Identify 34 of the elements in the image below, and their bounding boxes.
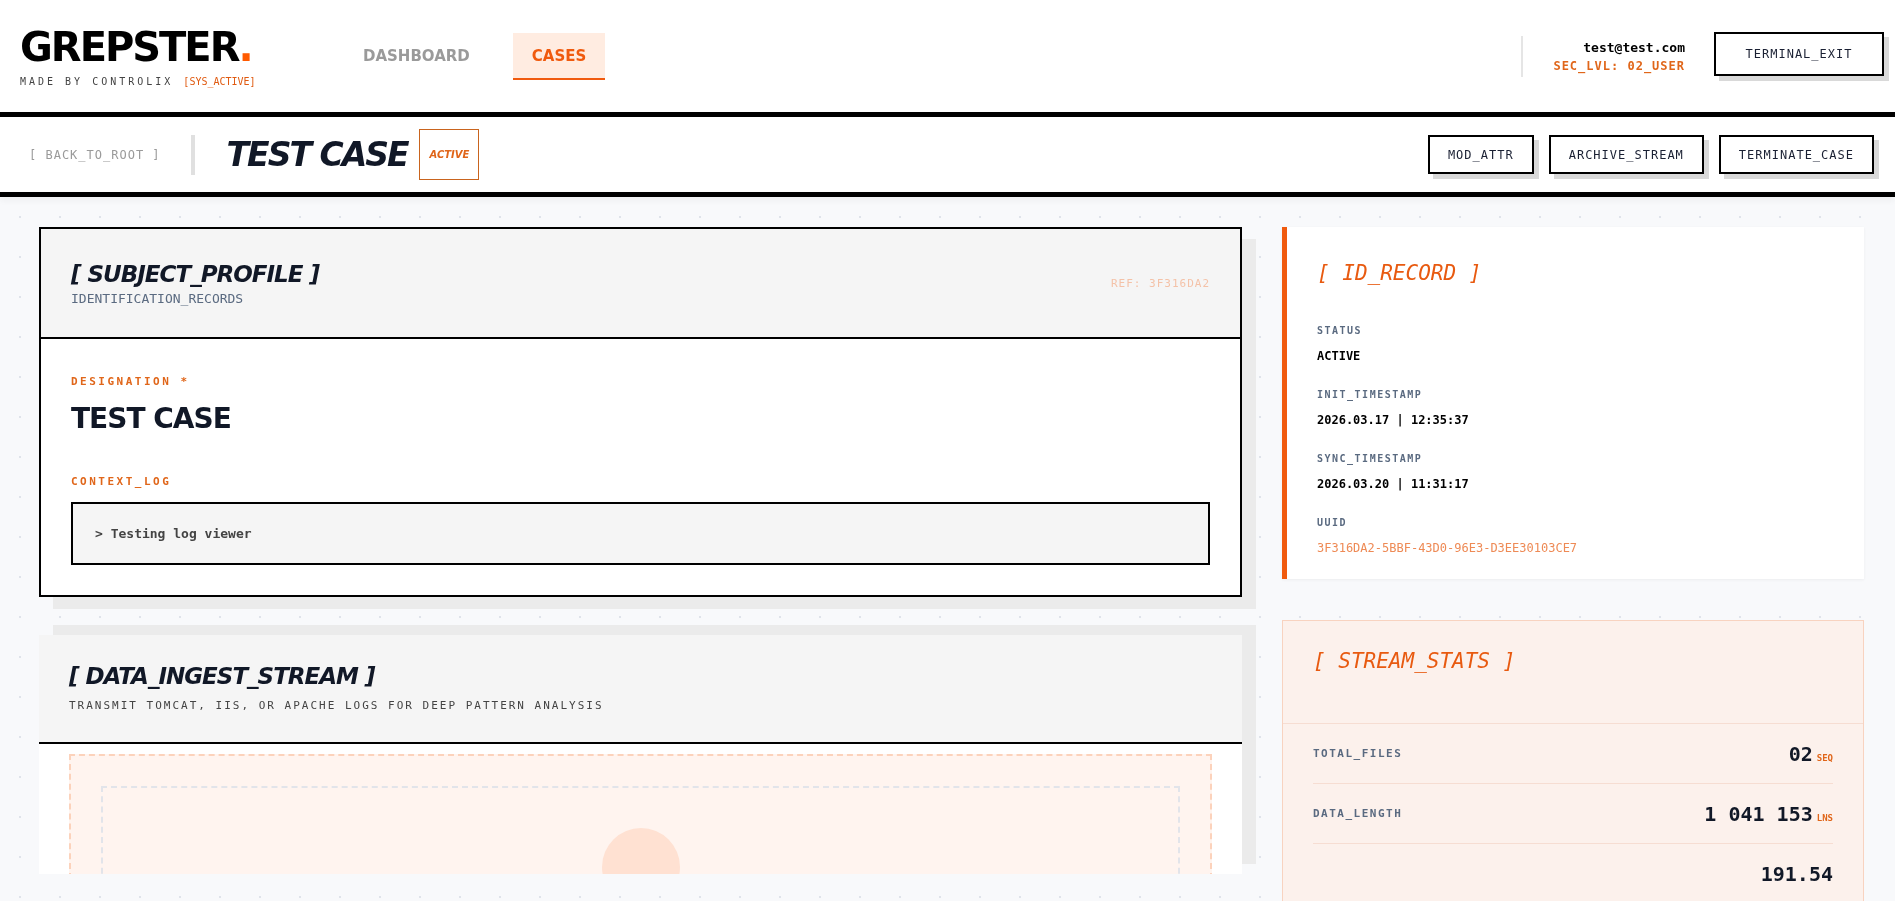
card-title: [ DATA_INGEST_STREAM ] [69,663,376,689]
field-label: UUID [1317,517,1349,528]
card-subtitle: TRANSMIT TOMCAT, IIS, OR APACHE LOGS FOR DEEP PATTERN ANALYSIS [69,699,604,712]
stat-unit: LNS [1816,812,1833,823]
case-title: TEST CASE [226,135,408,174]
stat-label: TOTAL_FILES [1313,747,1403,760]
stat-unit: SEQ [1816,752,1833,763]
log-box: > Testing log viewer [71,502,1210,565]
field-label: CONTEXT_LOG [71,475,173,488]
card-title: [ SUBJECT_PROFILE ] [71,261,319,287]
system-status-tag: [SYS_ACTIVE] [183,75,256,87]
logo-mark: . [238,25,254,68]
status-badge: ACTIVE [419,129,480,180]
field-value: 2026.03.17 | 12:35:37 [1317,413,1470,427]
stat-value: 02 [1788,741,1813,766]
logo: GREPSTER [20,25,239,68]
tagline: MADE BY CONTROLIX [20,75,174,87]
field-label: INIT_TIMESTAMP [1317,389,1424,400]
uuid-value: 3F316DA2-5BBF-43D0-96E3-D3EE30103CE7 [1317,541,1579,555]
reference-id: REF: 3F316DA2 [1110,277,1210,290]
field-label: STATUS [1317,325,1364,336]
field-value: 2026.03.20 | 11:31:17 [1317,477,1470,491]
stat-label: DATA_LENGTH [1313,807,1403,820]
stat-value: 191.54 [1760,861,1833,886]
field-label: SYNC_TIMESTAMP [1317,453,1424,464]
card-subtitle: IDENTIFICATION_RECORDS [71,291,245,306]
card-title: [ ID_RECORD ] [1317,261,1483,285]
stat-value: 1 041 153 [1704,801,1813,826]
field-value: ACTIVE [1317,349,1362,363]
field-label: DESIGNATION * [71,375,191,388]
security-level: SEC_LVL: 02_USER [1553,58,1685,73]
card-title: [ STREAM_STATS ] [1313,649,1517,673]
designation-value: TEST CASE [71,402,232,435]
user-email: test@test.com [1583,39,1685,55]
